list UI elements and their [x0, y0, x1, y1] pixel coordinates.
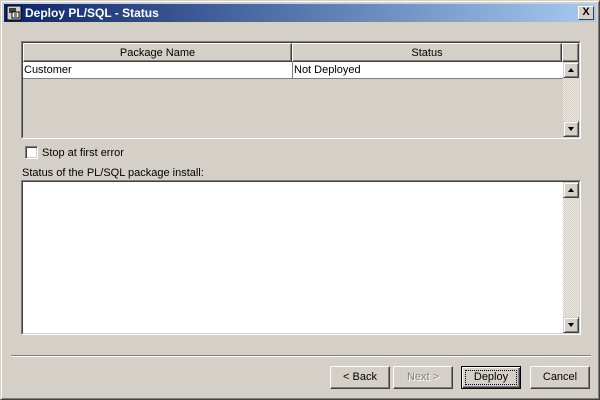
- install-status-label: Status of the PL/SQL package install:: [22, 167, 204, 179]
- package-table-scrollbar[interactable]: [563, 62, 579, 137]
- scroll-up-button[interactable]: [563, 182, 579, 198]
- arrow-up-icon: [568, 68, 574, 72]
- table-row[interactable]: Customer Not Deployed: [23, 62, 563, 79]
- column-header-status[interactable]: Status: [292, 43, 562, 62]
- scroll-down-button[interactable]: [563, 121, 579, 137]
- stop-at-first-error-label[interactable]: Stop at first error: [42, 147, 124, 159]
- column-header-corner: [562, 43, 579, 62]
- arrow-down-icon: [568, 127, 574, 131]
- scroll-down-button[interactable]: [563, 317, 579, 333]
- window-app-icon: [6, 5, 22, 21]
- install-status-text-viewport: [22, 181, 580, 334]
- stop-at-first-error-checkbox[interactable]: [25, 146, 38, 159]
- close-button[interactable]: X: [578, 6, 594, 20]
- package-table: Package Name Status Customer Not Deploye…: [21, 41, 581, 139]
- scroll-up-button[interactable]: [563, 62, 579, 78]
- column-header-package-name[interactable]: Package Name: [23, 43, 292, 62]
- deploy-dialog-window: Deploy PL/SQL - Status X Package Name St…: [0, 0, 600, 400]
- button-separator-highlight: [11, 356, 591, 357]
- next-button[interactable]: Next >: [393, 366, 453, 389]
- close-icon: X: [582, 6, 590, 18]
- arrow-down-icon: [568, 323, 574, 327]
- back-button[interactable]: < Back: [330, 366, 390, 389]
- cancel-button[interactable]: Cancel: [530, 366, 590, 389]
- focus-rectangle: [465, 370, 517, 385]
- window-title: Deploy PL/SQL - Status: [25, 6, 159, 20]
- package-table-viewport: Package Name Status Customer Not Deploye…: [22, 42, 580, 138]
- install-status-scrollbar[interactable]: [563, 182, 579, 333]
- arrow-up-icon: [568, 188, 574, 192]
- install-status-textarea[interactable]: [21, 180, 581, 335]
- deploy-button[interactable]: Deploy: [461, 366, 521, 389]
- cell-status: Not Deployed: [292, 62, 563, 78]
- cell-package-name: Customer: [24, 64, 72, 76]
- title-bar[interactable]: Deploy PL/SQL - Status X: [4, 4, 596, 22]
